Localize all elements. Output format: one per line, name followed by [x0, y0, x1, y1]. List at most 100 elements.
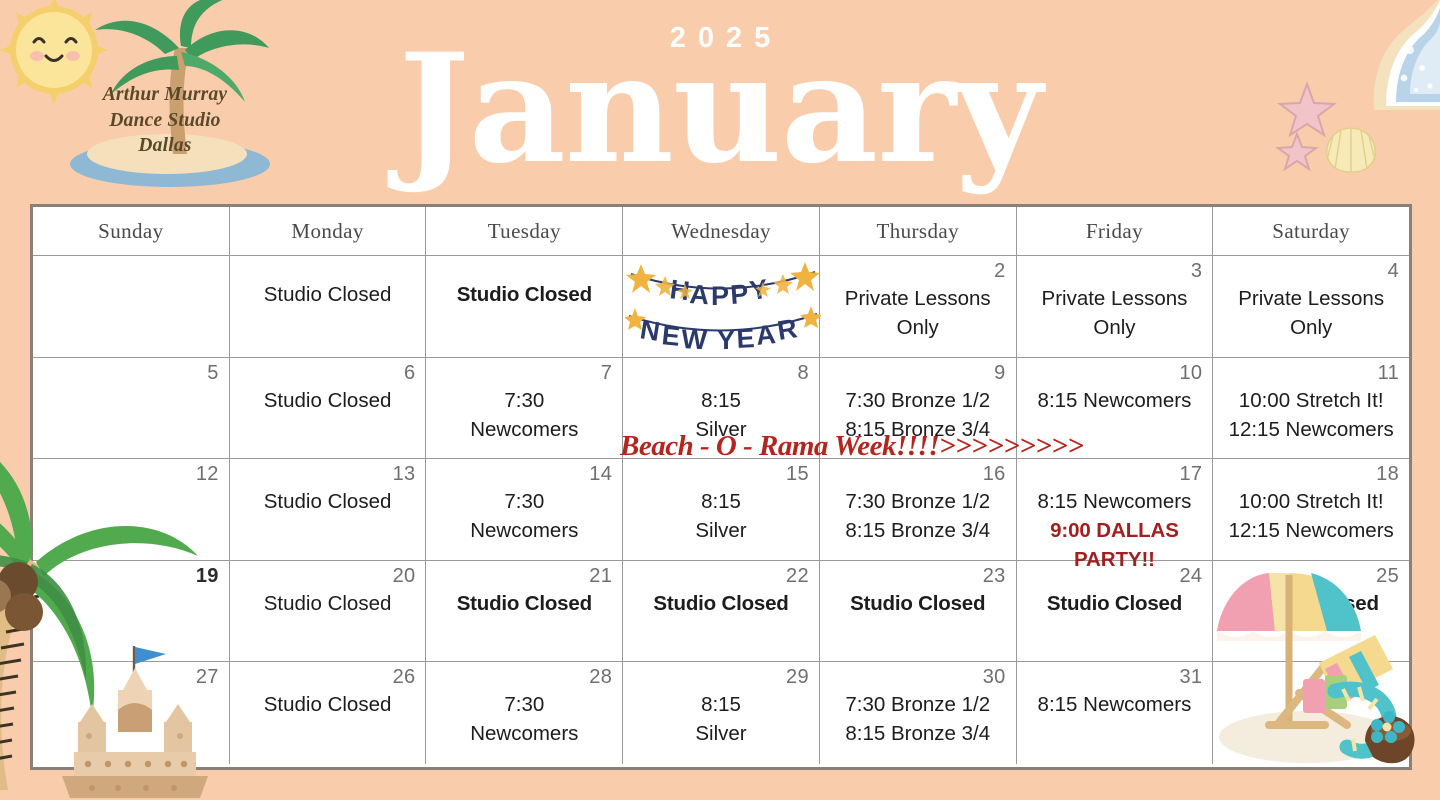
calendar-day-cell-24[interactable]: 24 Studio Closed [1016, 560, 1214, 662]
weekday-header-wednesday: Wednesday [623, 207, 820, 256]
day-number: 18 [1376, 463, 1400, 485]
event-text: Only [1093, 316, 1136, 340]
event-text: Studio Closed [1046, 591, 1183, 615]
calendar-day-cell-empty[interactable]: H A P P Y N E W Y E A R [623, 256, 822, 358]
event-text: PARTY!! [1073, 548, 1155, 572]
event-text: 7:30 Bronze 1/2 [845, 490, 991, 513]
calendar-day-cell-13[interactable]: 13 Studio Closed [229, 459, 427, 561]
day-number: 26 [392, 666, 416, 688]
calendar-weeks: Studio Closed Studio Closed H A P P Y N E… [33, 256, 1410, 764]
event-text: 9:00 DALLAS [1050, 519, 1179, 543]
event-text: Studio Closed [1243, 591, 1379, 615]
day-events: Studio Closed [234, 589, 422, 618]
event-text: 7:30 [504, 388, 545, 412]
calendar-day-cell-30[interactable]: 30 7:30 Bronze 1/2 8:15 Bronze 3/4 [820, 662, 1017, 764]
calendar-day-cell-4[interactable]: 4 Private Lessons Only [1213, 256, 1410, 358]
calendar-day-cell-14[interactable]: 14 7:30 Newcomers [426, 459, 624, 561]
calendar-day-cell-5[interactable]: 5 [33, 357, 230, 459]
calendar-day-cell-26[interactable]: 26 Studio Closed [230, 662, 427, 764]
calendar-day-cell-20[interactable]: 20 Studio Closed [229, 560, 427, 662]
svg-text:W: W [681, 324, 709, 354]
calendar-day-cell-22[interactable]: 22 Studio Closed [623, 560, 820, 662]
svg-text:E: E [736, 323, 756, 354]
event-text: Private Lessons [1238, 287, 1385, 310]
calendar-day-cell-25[interactable]: 25 Studio Closed [1213, 561, 1410, 662]
day-events: 7:30 Bronze 1/2 8:15 Bronze 3/4 [824, 690, 1012, 748]
event-text: 10:00 Stretch It! [1238, 490, 1384, 513]
calendar-day-cell-6[interactable]: 6 Studio Closed [229, 357, 427, 459]
calendar-day-cell-31[interactable]: 31 8:15 Newcomers [1017, 662, 1214, 764]
day-events: 8:15 Newcomers 9:00 DALLAS PARTY!! [1021, 487, 1209, 574]
day-events: Studio Closed [234, 690, 422, 719]
calendar-day-cell-empty[interactable]: Studio Closed [426, 256, 624, 358]
weekday-header-thursday: Thursday [819, 207, 1017, 256]
calendar-week-row: 19 20 Studio Closed 21 Studio Closed 22 Studio… [33, 560, 1410, 662]
day-events: 10:00 Stretch It! 12:15 Newcomers [1217, 487, 1405, 545]
day-events: Private Lessons Only [1217, 284, 1405, 342]
calendar-day-cell-16[interactable]: 16 7:30 Bronze 1/2 8:15 Bronze 3/4 [819, 459, 1017, 561]
svg-text:A: A [755, 319, 778, 351]
event-text: Studio Closed [263, 591, 392, 615]
calendar-day-cell-19[interactable]: 19 [33, 560, 230, 662]
event-text: 12:15 Newcomers [1228, 519, 1394, 543]
weekday-label: Monday [291, 218, 364, 243]
calendar-day-cell-empty[interactable]: Studio Closed [229, 256, 427, 358]
weekday-label: Saturday [1272, 218, 1351, 243]
calendar-day-cell-28[interactable]: 28 7:30 Newcomers [426, 662, 624, 764]
day-number: 20 [392, 564, 416, 587]
calendar-grid: Sunday Monday Tuesday Wednesday Thursday Frid… [30, 204, 1412, 770]
svg-text:A: A [689, 279, 711, 310]
day-events: Studio Closed [824, 589, 1012, 618]
day-events: 8:15 Newcomers [1021, 386, 1209, 415]
day-events: 8:15 Newcomers [1021, 690, 1209, 719]
event-text: Studio Closed [263, 693, 392, 716]
day-number: 2 [994, 260, 1006, 282]
svg-text:Y: Y [717, 325, 735, 354]
calendar-day-cell-15[interactable]: 15 8:15 Silver [623, 459, 820, 561]
day-number: 16 [982, 463, 1006, 485]
day-number: 29 [786, 666, 809, 688]
event-text: Studio Closed [263, 490, 392, 513]
svg-text:R: R [775, 313, 799, 346]
day-number: 21 [589, 564, 613, 587]
calendar-day-cell-23[interactable]: 23 Studio Closed [819, 560, 1017, 662]
weekday-header-row: Sunday Monday Tuesday Wednesday Thursday Frid… [33, 207, 1410, 256]
day-number: 19 [195, 564, 219, 587]
calendar-day-cell-21[interactable]: 21 Studio Closed [426, 560, 624, 662]
day-number: 25 [1376, 564, 1400, 587]
calendar-day-cell-3[interactable]: 3 Private Lessons Only [1016, 256, 1214, 358]
event-text: 7:30 Bronze 1/2 [845, 388, 991, 412]
calendar-day-cell-18[interactable]: 18 10:00 Stretch It! 12:15 Newcomers [1213, 459, 1410, 561]
event-text: 7:30 [504, 490, 545, 513]
event-text: Studio Closed [456, 591, 592, 615]
calendar-day-cell-7[interactable]: 7 7:30 Newcomers [426, 357, 624, 459]
event-text: Private Lessons [1041, 287, 1188, 310]
event-text: Studio Closed [850, 591, 986, 615]
event-text: Newcomers [470, 417, 579, 441]
logo-line-3: Dallas [138, 135, 192, 157]
calendar-day-cell-11[interactable]: 11 10:00 Stretch It! 12:15 Newcomers [1213, 358, 1410, 459]
calendar-day-cell-empty[interactable] [1213, 662, 1409, 764]
calendar-week-row: 12 13 Studio Closed 14 7:30 Newcomers 15 8:15 Si… [33, 459, 1410, 571]
day-number: 14 [589, 463, 613, 485]
beach-o-rama-banner: Beach - O - Rama Week!!!!>>>>>>>>> [620, 430, 1084, 462]
calendar-day-cell-empty[interactable] [33, 256, 230, 358]
day-number: 27 [195, 666, 219, 688]
event-text: 7:30 Bronze 1/2 [845, 693, 991, 716]
calendar-day-cell-12[interactable]: 12 [33, 459, 230, 561]
calendar-day-cell-27[interactable]: 27 [33, 662, 230, 764]
logo-line-1: Arthur Murray [102, 84, 228, 105]
event-text: Studio Closed [456, 283, 592, 306]
event-text: 8:15 Newcomers [1037, 490, 1192, 513]
day-events: Studio Closed [430, 280, 618, 309]
day-events: 10:00 Stretch It! 12:15 Newcomers [1217, 386, 1405, 444]
event-text: Private Lessons [844, 287, 991, 310]
calendar-day-cell-17[interactable]: 17 8:15 Newcomers 9:00 DALLAS PARTY!! [1016, 459, 1214, 571]
calendar-day-cell-2[interactable]: 2 Private Lessons Only [819, 256, 1017, 358]
calendar-day-cell-29[interactable]: 29 8:15 Silver [623, 662, 820, 764]
event-text: 8:15 Bronze 3/4 [845, 519, 991, 543]
event-text: 8:15 [701, 693, 741, 716]
day-number: 30 [982, 666, 1006, 688]
day-number: 8 [797, 361, 809, 384]
day-events: 8:15 Silver [627, 690, 815, 748]
